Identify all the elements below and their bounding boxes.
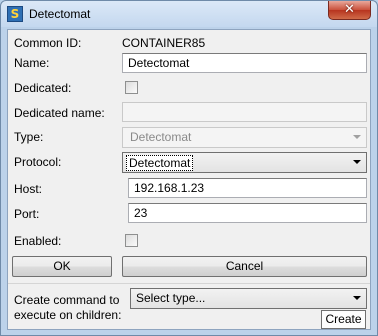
common-id-label: Common ID: xyxy=(14,36,82,50)
dedicated-name-label: Dedicated name: xyxy=(14,106,105,120)
protocol-label: Protocol: xyxy=(14,155,62,169)
port-label: Port: xyxy=(14,207,40,221)
child-command-select-value: Select type... xyxy=(136,291,206,305)
type-label: Type: xyxy=(14,130,44,144)
create-command-label-line1: Create command to xyxy=(14,293,120,307)
enabled-checkbox[interactable] xyxy=(125,234,138,247)
title-bar[interactable]: S Detectomat ✕ xyxy=(1,1,377,29)
close-button[interactable]: ✕ xyxy=(328,1,371,20)
dialog-client-area: Common ID: CONTAINER85 Name: Detectomat … xyxy=(7,29,371,330)
protocol-select[interactable]: Detectomat xyxy=(122,152,367,173)
dedicated-checkbox[interactable] xyxy=(125,81,138,94)
host-label: Host: xyxy=(14,182,43,196)
close-icon: ✕ xyxy=(344,2,355,17)
type-select[interactable]: Detectomat xyxy=(122,127,367,148)
common-id-value: CONTAINER85 xyxy=(122,36,206,50)
name-input[interactable]: Detectomat xyxy=(122,53,367,73)
chevron-down-icon xyxy=(353,135,361,139)
chevron-down-icon xyxy=(353,160,361,164)
child-command-select[interactable]: Select type... xyxy=(130,288,367,309)
chevron-down-icon xyxy=(353,296,361,300)
create-button[interactable]: Create xyxy=(321,310,366,329)
create-command-label-line2: execute on children: xyxy=(14,308,122,322)
dedicated-label: Dedicated: xyxy=(14,81,72,95)
divider xyxy=(8,283,370,284)
app-icon: S xyxy=(7,6,23,22)
protocol-select-value: Detectomat xyxy=(126,155,194,171)
ok-button[interactable]: OK xyxy=(12,256,112,277)
dialog-window: S Detectomat ✕ Common ID: CONTAINER85 Na… xyxy=(0,0,378,336)
port-input[interactable]: 23 xyxy=(128,203,367,223)
dedicated-name-input[interactable] xyxy=(122,102,367,122)
enabled-label: Enabled: xyxy=(14,234,62,248)
type-select-value: Detectomat xyxy=(130,130,192,144)
cancel-button[interactable]: Cancel xyxy=(122,256,367,277)
window-title: Detectomat xyxy=(29,7,91,21)
host-input[interactable]: 192.168.1.23 xyxy=(128,178,367,198)
name-label: Name: xyxy=(14,56,50,70)
